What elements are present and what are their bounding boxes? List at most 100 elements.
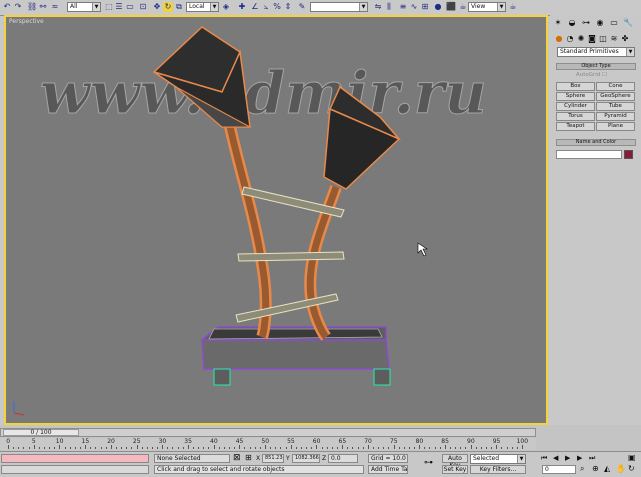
set-key-button[interactable]: Set Key: [442, 465, 468, 474]
redo-icon[interactable]: ↷: [13, 2, 23, 12]
time-slider[interactable]: 0 / 100: [0, 428, 536, 437]
zoom-all-icon[interactable]: ⊕: [592, 464, 599, 473]
select-object-icon[interactable]: ⬚: [104, 2, 114, 12]
select-by-name-icon[interactable]: ☰: [114, 2, 124, 12]
mirror-icon[interactable]: ⇋: [373, 2, 383, 12]
torus-button[interactable]: Torus: [556, 112, 595, 121]
curve-editor-icon[interactable]: ∿: [409, 2, 419, 12]
track-bar[interactable]: 0 5 10 15 20 25 30 35 40 45 50 55 60 65 70 75 80 85 90 95 10…: [0, 438, 536, 450]
spinner-snap-icon[interactable]: ⇕: [283, 2, 293, 12]
scale-icon[interactable]: ⧉: [174, 2, 184, 12]
named-selection-set-dropdown[interactable]: ▼: [310, 2, 368, 12]
x-coordinate-field[interactable]: 851.234: [262, 454, 284, 463]
sphere-button[interactable]: Sphere: [556, 92, 595, 101]
field-of-view-icon[interactable]: ◭: [604, 464, 610, 473]
current-frame-field[interactable]: 0: [542, 465, 576, 474]
next-frame-icon[interactable]: ▶: [577, 454, 582, 462]
modify-tab-icon[interactable]: ◒: [567, 18, 577, 28]
region-select-icon[interactable]: ▭: [125, 2, 135, 12]
move-icon[interactable]: ✥: [152, 2, 162, 12]
schematic-view-icon[interactable]: ⊞: [420, 2, 430, 12]
align-icon[interactable]: ⫼: [384, 2, 394, 12]
material-editor-icon[interactable]: ●: [433, 2, 443, 12]
selection-filter-dropdown[interactable]: All ▼: [67, 2, 101, 12]
track-tick: [450, 447, 452, 449]
track-tick-label: 55: [287, 438, 295, 445]
time-slider-thumb[interactable]: 0 / 100: [3, 429, 79, 436]
cylinder-button[interactable]: Cylinder: [556, 102, 595, 111]
shapes-icon[interactable]: ◔: [565, 34, 575, 44]
track-tick: [54, 447, 56, 449]
tube-button[interactable]: Tube: [596, 102, 635, 111]
absolute-mode-icon[interactable]: ⊞: [245, 453, 252, 462]
spacewarps-icon[interactable]: ≋: [609, 34, 619, 44]
chevron-down-icon: ▼: [210, 3, 218, 11]
go-to-end-icon[interactable]: ⏭: [589, 454, 595, 463]
systems-icon[interactable]: ✤: [620, 34, 630, 44]
angle-snap-icon[interactable]: ⦣: [261, 2, 271, 12]
create-tab-icon[interactable]: ✶: [553, 18, 563, 28]
unlink-icon[interactable]: ⚯: [38, 2, 48, 12]
maximize-viewport-icon[interactable]: ▣: [628, 453, 636, 462]
hierarchy-tab-icon[interactable]: ⊶: [581, 18, 591, 28]
axis-x: [13, 412, 25, 416]
object-color-swatch[interactable]: [624, 150, 633, 159]
zoom-icon[interactable]: ⌕: [580, 464, 584, 474]
display-tab-icon[interactable]: ▭: [609, 18, 619, 28]
rotate-icon[interactable]: ↻: [163, 2, 173, 12]
go-to-start-icon[interactable]: ⏮: [541, 454, 547, 463]
perspective-viewport[interactable]: Perspective www.3dmir.ru: [4, 15, 548, 425]
key-filters-button[interactable]: Key Filters...: [470, 465, 526, 474]
play-icon[interactable]: ▶: [565, 454, 570, 462]
geometry-icon[interactable]: ●: [554, 34, 564, 44]
autogrid-label: AutoGrid: [576, 72, 601, 78]
add-time-tag-button[interactable]: Add Time Tag: [368, 465, 408, 474]
track-tick: [290, 445, 292, 449]
bind-space-warp-icon[interactable]: ≈: [50, 2, 60, 12]
teapot-button[interactable]: Teapot: [556, 122, 595, 131]
pan-icon[interactable]: ✋: [616, 464, 626, 473]
utilities-tab-icon[interactable]: 🔧: [623, 18, 633, 28]
pyramid-button[interactable]: Pyramid: [596, 112, 635, 121]
object-name-input[interactable]: [556, 150, 622, 159]
motion-tab-icon[interactable]: ◉: [595, 18, 605, 28]
named-selection-icon[interactable]: ✎: [297, 2, 307, 12]
geosphere-button[interactable]: GeoSphere: [596, 92, 635, 101]
pivot-center-icon[interactable]: ◈: [221, 2, 231, 12]
render-view-dropdown[interactable]: View ▼: [468, 2, 506, 12]
track-tick-label: 85: [441, 438, 449, 445]
lock-selection-icon[interactable]: ⊠: [233, 453, 241, 463]
maxscript-output[interactable]: [1, 465, 149, 474]
helpers-icon[interactable]: ◫: [598, 34, 608, 44]
name-color-rollout-header[interactable]: Name and Color: [556, 139, 636, 146]
link-icon[interactable]: ⛓: [27, 2, 37, 12]
undo-icon[interactable]: ↶: [2, 2, 12, 12]
cameras-icon[interactable]: ◙: [587, 34, 597, 44]
y-coordinate-field[interactable]: 1082.366: [292, 454, 320, 463]
box-button[interactable]: Box: [556, 82, 595, 91]
autogrid-checkbox[interactable]: AutoGrid ☐: [576, 72, 607, 78]
object-type-rollout-header[interactable]: Object Type: [556, 63, 636, 70]
maxscript-listener[interactable]: [1, 454, 149, 463]
cone-button[interactable]: Cone: [596, 82, 635, 91]
auto-key-button[interactable]: Auto Key: [442, 454, 468, 469]
select-manipulate-icon[interactable]: ✚: [237, 2, 247, 12]
snaps-toggle-icon[interactable]: ∠: [250, 2, 260, 12]
render-setup-icon[interactable]: ⬛: [446, 2, 456, 12]
lights-icon[interactable]: ✺: [576, 34, 586, 44]
teapot-render-icon[interactable]: ☕: [458, 2, 468, 12]
z-coordinate-field[interactable]: 0.0: [328, 454, 358, 463]
layer-manager-icon[interactable]: ≡: [398, 2, 408, 12]
reference-coord-dropdown[interactable]: Local ▼: [186, 2, 219, 12]
key-icon[interactable]: ⊶: [424, 458, 433, 468]
quick-render-icon[interactable]: ☕: [508, 2, 518, 12]
category-dropdown[interactable]: Standard Primitives ▼: [557, 47, 635, 57]
percent-snap-icon[interactable]: %: [272, 2, 282, 12]
scene-canvas[interactable]: www.3dmir.ru: [6, 17, 546, 423]
previous-frame-icon[interactable]: ◀: [553, 454, 558, 462]
key-filter-dropdown[interactable]: Selected ▼: [470, 454, 526, 464]
window-crossing-icon[interactable]: ⊡: [138, 2, 148, 12]
track-tick: [414, 447, 416, 449]
orbit-icon[interactable]: ↻: [628, 464, 635, 473]
plane-button[interactable]: Plane: [596, 122, 635, 131]
